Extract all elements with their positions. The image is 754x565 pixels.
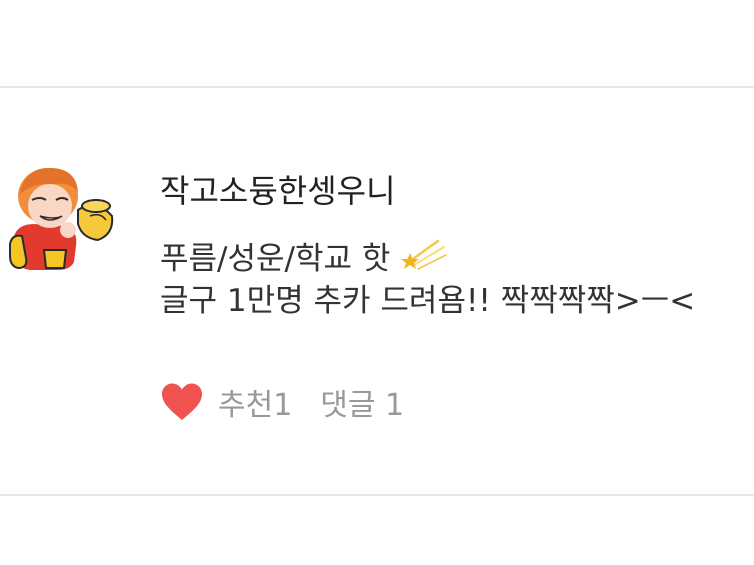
post-message: 푸름/성운/학교 핫 글구 1만명 추카 드려욤!! 짝짝짝짝>ㅡ< bbox=[160, 238, 754, 322]
shooting-star-icon bbox=[401, 239, 448, 270]
like-count[interactable]: 추천1 bbox=[218, 380, 292, 424]
post-page: 작고소듕한셍우니 푸름/성운/학교 핫 글구 1만명 추카 드려욤!! 짝짝짝짝… bbox=[0, 0, 754, 565]
post-card: 작고소듕한셍우니 푸름/성운/학교 핫 글구 1만명 추카 드려욤!! 짝짝짝짝… bbox=[0, 88, 754, 494]
post-actions: 추천1 댓글 1 bbox=[160, 380, 404, 424]
avatar[interactable] bbox=[4, 158, 124, 278]
message-line-1: 푸름/성운/학교 핫 bbox=[160, 238, 754, 280]
bottom-divider bbox=[0, 494, 754, 496]
comment-count[interactable]: 댓글 1 bbox=[320, 380, 404, 424]
post-author[interactable]: 작고소듕한셍우니 bbox=[160, 166, 396, 212]
message-text-1: 푸름/성운/학교 핫 bbox=[160, 241, 391, 277]
heart-icon[interactable] bbox=[160, 382, 204, 422]
message-line-2: 글구 1만명 추카 드려욤!! 짝짝짝짝>ㅡ< bbox=[160, 283, 696, 319]
